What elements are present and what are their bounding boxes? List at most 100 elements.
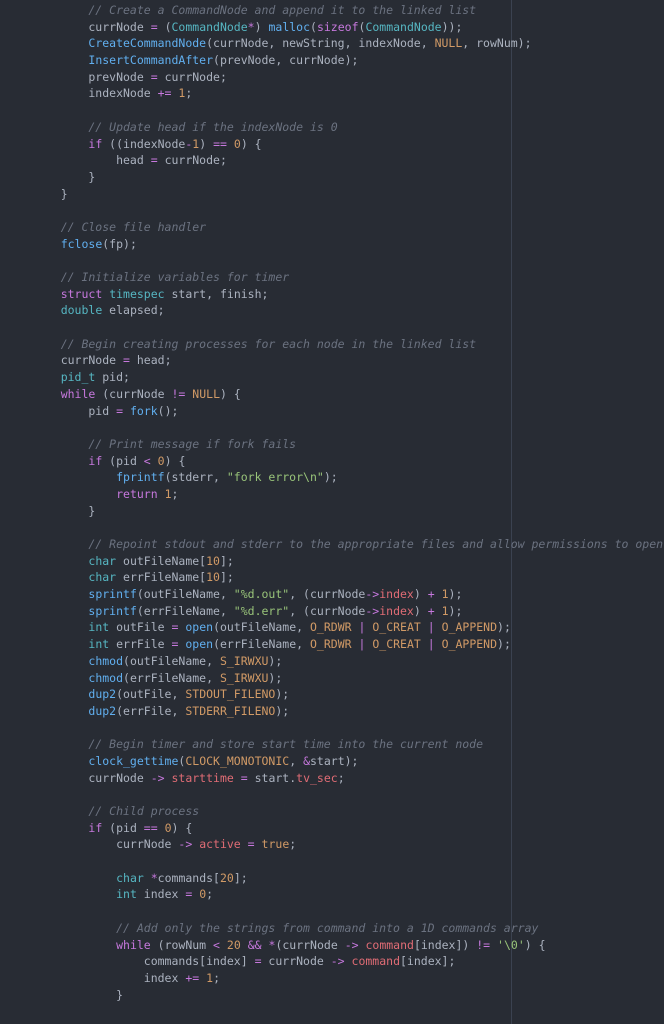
code-line[interactable]: // Repoint stdout and stderr to the appr…	[33, 536, 664, 553]
code-token-plain: );	[448, 603, 463, 618]
code-text-surface[interactable]: // Create a CommandNode and append it to…	[33, 2, 664, 1024]
code-line[interactable]: // Add only the strings from command int…	[33, 920, 664, 937]
code-line[interactable]: currNode -> active = true;	[33, 836, 664, 853]
code-line[interactable]: // Initialize variables for timer	[33, 269, 664, 286]
code-token-const: O_APPEND	[441, 620, 498, 635]
code-line[interactable]	[33, 720, 664, 737]
code-line[interactable]: commands[index] = currNode -> command[in…	[33, 953, 664, 970]
code-token-plain: ;	[185, 86, 193, 101]
code-token-operator: +=	[185, 970, 200, 985]
code-token-const: S_IRWXU	[219, 653, 269, 668]
code-line[interactable]: dup2(outFile, STDOUT_FILENO);	[33, 686, 664, 703]
code-line[interactable]: // Close file handler	[33, 219, 664, 236]
code-line[interactable]	[33, 519, 664, 536]
code-line[interactable]	[33, 903, 664, 920]
code-line[interactable]: }	[33, 186, 664, 203]
code-line[interactable]: int errFile = open(errFileName, O_RDWR |…	[33, 636, 664, 653]
code-token-plain: (pid	[102, 453, 144, 468]
code-token-plain: }	[33, 169, 96, 184]
code-line[interactable]: pid_t pid;	[33, 369, 664, 386]
code-line[interactable]: if ((indexNode-1) == 0) {	[33, 136, 664, 153]
code-line[interactable]: char errFileName[10];	[33, 569, 664, 586]
code-line[interactable]: while (currNode != NULL) {	[33, 386, 664, 403]
code-token-func: chmod	[88, 670, 124, 685]
code-line[interactable]: chmod(errFileName, S_IRWXU);	[33, 670, 664, 687]
code-token-plain: commands[	[157, 870, 220, 885]
code-line[interactable]: fprintf(stderr, "fork error\n");	[33, 469, 664, 486]
code-line[interactable]: int index = 0;	[33, 886, 664, 903]
code-line[interactable]: clock_gettime(CLOCK_MONOTONIC, &start);	[33, 753, 664, 770]
code-line[interactable]: InsertCommandAfter(prevNode, currNode);	[33, 52, 664, 69]
code-token-number: 1	[441, 603, 449, 618]
code-token-operator: =	[150, 153, 158, 168]
code-line[interactable]: sprintf(outFileName, "%d.out", (currNode…	[33, 586, 664, 603]
code-line[interactable]: head = currNode;	[33, 152, 664, 169]
code-token-operator: &	[303, 753, 310, 768]
code-line[interactable]: chmod(outFileName, S_IRWXU);	[33, 653, 664, 670]
code-token-keyword: while	[116, 937, 151, 952]
code-token-func: sprintf	[88, 603, 137, 618]
code-line[interactable]	[33, 853, 664, 870]
code-token-operator: |	[427, 637, 435, 652]
code-token-plain: [index];	[400, 954, 456, 969]
code-line[interactable]	[33, 319, 664, 336]
code-line[interactable]: struct timespec start, finish;	[33, 286, 664, 303]
code-line[interactable]: prevNode = currNode;	[33, 69, 664, 86]
code-token-plain: (	[157, 19, 172, 34]
code-line[interactable]: dup2(errFile, STDERR_FILENO);	[33, 703, 664, 720]
code-line[interactable]: return 1;	[33, 486, 664, 503]
code-editor-pane[interactable]: // Create a CommandNode and append it to…	[0, 0, 664, 1024]
code-line[interactable]: char outFileName[10];	[33, 553, 664, 570]
code-line[interactable]: int outFile = open(outFileName, O_RDWR |…	[33, 619, 664, 636]
code-token-plain: ];	[219, 553, 234, 568]
code-line[interactable]	[33, 786, 664, 803]
code-line[interactable]: // Create a CommandNode and append it to…	[33, 2, 664, 19]
code-line[interactable]	[33, 419, 664, 436]
code-token-operator: ->	[365, 603, 380, 618]
code-line[interactable]: // Print message if fork fails	[33, 436, 664, 453]
code-line[interactable]: // Begin creating processes for each nod…	[33, 336, 664, 353]
code-token-plain: (outFileName,	[136, 587, 234, 602]
code-line[interactable]	[33, 252, 664, 269]
code-line[interactable]: }	[33, 503, 664, 520]
code-token-plain: }	[33, 503, 96, 518]
code-line[interactable]: if (pid == 0) {	[33, 820, 664, 837]
code-line[interactable]: char *commands[20];	[33, 870, 664, 887]
code-line[interactable]: pid = fork();	[33, 403, 664, 420]
code-line[interactable]	[33, 202, 664, 219]
code-line[interactable]: if (pid < 0) {	[33, 453, 664, 470]
code-line[interactable]: // Begin timer and store start time into…	[33, 736, 664, 753]
code-line[interactable]: currNode = (CommandNode*) malloc(sizeof(…	[33, 19, 664, 36]
code-token-operator: ->	[178, 837, 193, 852]
code-line[interactable]: double elapsed;	[33, 302, 664, 319]
code-token-const: true	[261, 837, 290, 852]
code-line[interactable]: }	[33, 987, 664, 1004]
code-line[interactable]: sprintf(errFileName, "%d.err", (currNode…	[33, 603, 664, 620]
code-token-func: CreateCommandNode	[88, 36, 207, 51]
code-token-plain: );	[323, 470, 338, 485]
code-token-plain: , rowNum);	[462, 36, 532, 51]
code-line[interactable]: indexNode += 1;	[33, 85, 664, 102]
code-line[interactable]: // Update head if the indexNode is 0	[33, 119, 664, 136]
code-line[interactable]	[33, 102, 664, 119]
code-line[interactable]: currNode -> starttime = start.tv_sec;	[33, 770, 664, 787]
code-token-comment: // Create a CommandNode and append it to…	[33, 3, 477, 17]
code-line[interactable]: }	[33, 169, 664, 186]
code-token-const: O_CREAT	[372, 637, 421, 652]
code-line[interactable]: CreateCommandNode(currNode, newString, i…	[33, 35, 664, 52]
code-token-member: index	[379, 587, 414, 602]
code-line[interactable]: fclose(fp);	[33, 236, 664, 253]
code-line[interactable]: index += 1;	[33, 970, 664, 987]
code-line[interactable]: // Child process	[33, 803, 664, 820]
code-line[interactable]: while (rowNum < 20 && *(currNode -> comm…	[33, 937, 664, 954]
code-token-plain: start, finish;	[164, 286, 269, 301]
code-token-plain: errFileName[	[116, 570, 207, 585]
code-line[interactable]: currNode = head;	[33, 352, 664, 369]
